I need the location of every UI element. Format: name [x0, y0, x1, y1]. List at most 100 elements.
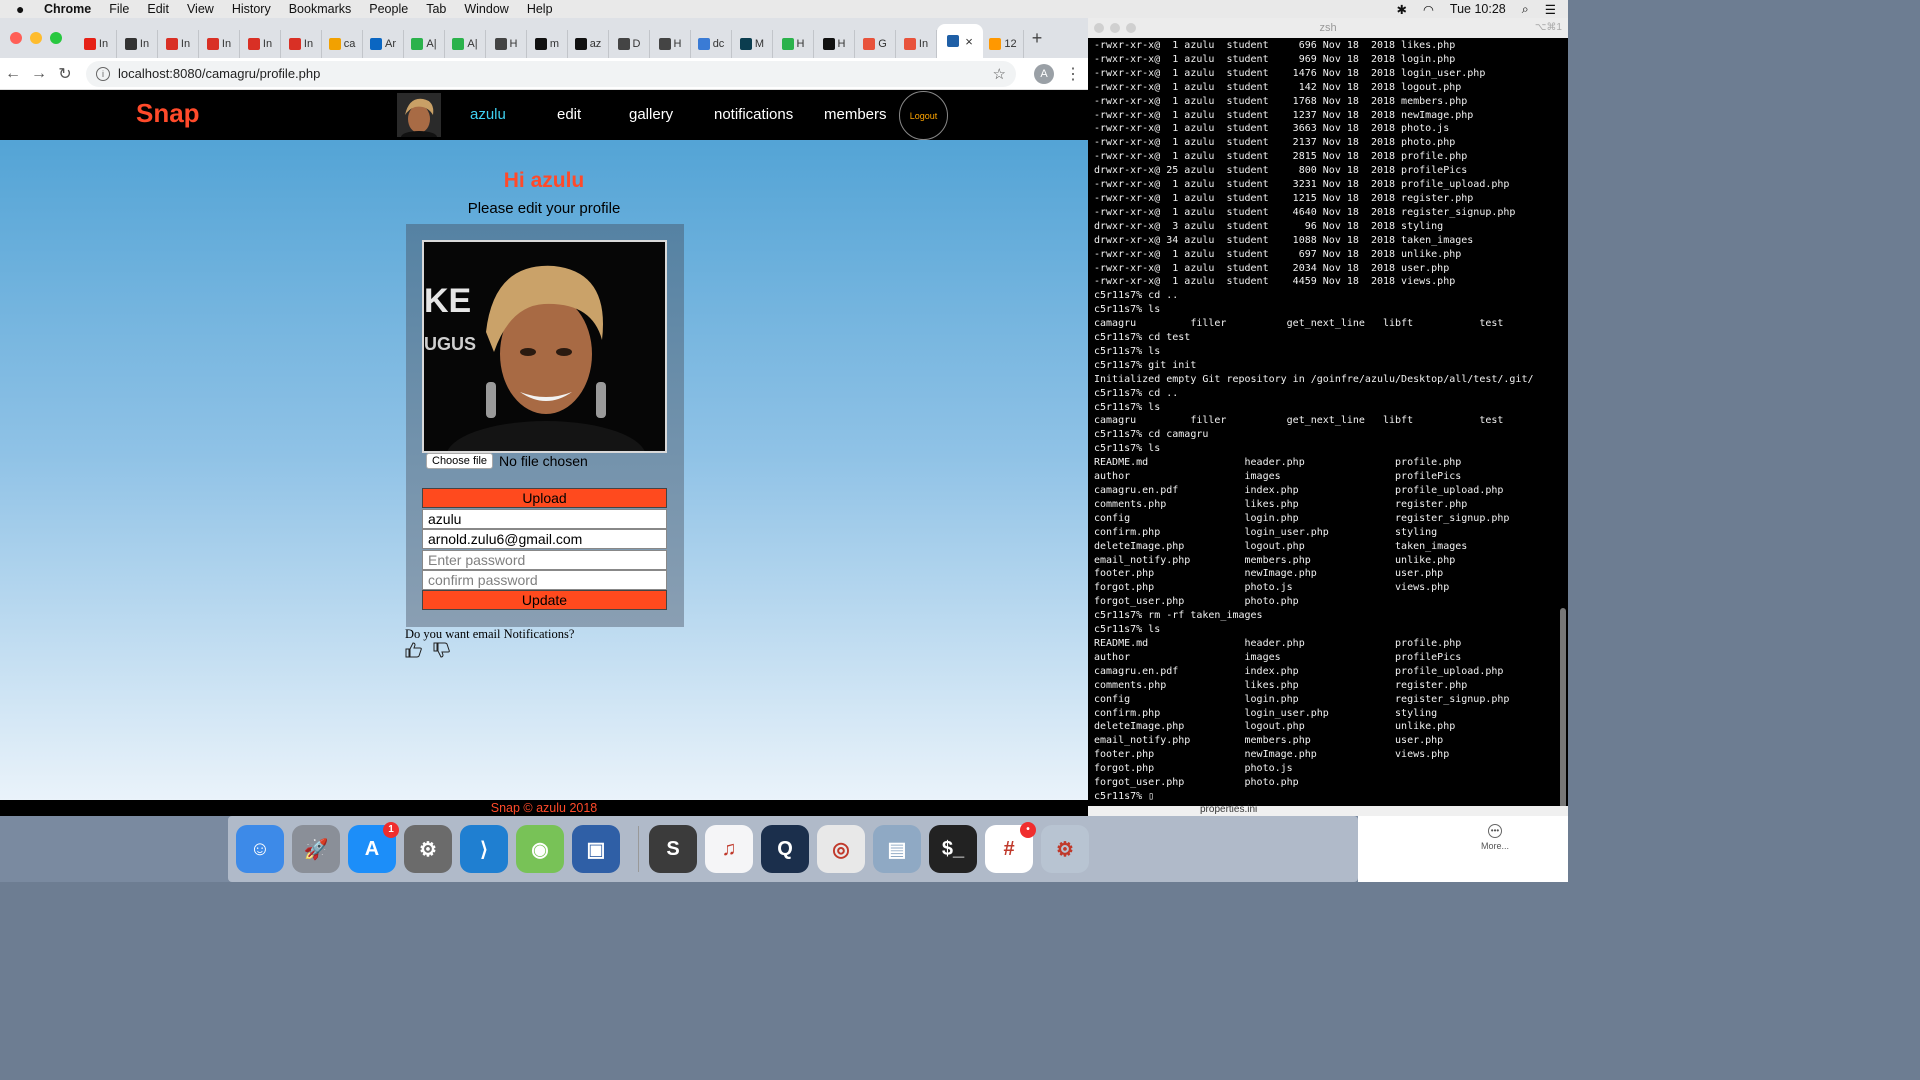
site-info-icon[interactable]: i — [96, 66, 110, 81]
browser-tab[interactable]: × — [937, 24, 983, 58]
apple-menu-icon[interactable]: ● — [16, 2, 30, 16]
back-arrow-icon[interactable]: ← — [0, 65, 26, 83]
browser-tab[interactable]: D — [609, 30, 650, 58]
nav-profile-picture[interactable] — [397, 93, 441, 137]
forward-arrow-icon[interactable]: → — [26, 65, 52, 83]
browser-tab[interactable]: In — [117, 30, 158, 58]
menu-bookmarks[interactable]: Bookmarks — [289, 2, 352, 16]
vscode-icon[interactable]: ⟩ — [460, 825, 508, 873]
nav-user-link[interactable]: azulu — [470, 106, 506, 123]
site-brand[interactable]: Snap — [136, 98, 200, 129]
terminal-line: c5r11s7% git init — [1094, 359, 1197, 371]
browser-tab[interactable]: H — [650, 30, 691, 58]
browser-tab[interactable]: m — [527, 30, 568, 58]
close-window-button[interactable] — [10, 32, 22, 44]
finder-icon[interactable]: ☺ — [236, 825, 284, 873]
browser-tab[interactable]: A| — [404, 30, 445, 58]
menu-view[interactable]: View — [187, 2, 214, 16]
svg-text:UGUS: UGUS — [424, 334, 476, 354]
thumbs-up-icon[interactable] — [405, 642, 423, 658]
bluetooth-icon[interactable]: ✱ — [1397, 2, 1407, 17]
terminal-icon[interactable]: $_ — [929, 825, 977, 873]
zoom-window-button[interactable] — [50, 32, 62, 44]
username-field[interactable]: azulu — [422, 509, 667, 529]
terminal-line: Initialized empty Git repository in /goi… — [1094, 373, 1534, 385]
wifi-icon[interactable]: ◠ — [1423, 2, 1434, 17]
itunes-icon[interactable]: ♫ — [705, 825, 753, 873]
browser-tab[interactable]: Ar — [363, 30, 404, 58]
confirm-password-field[interactable]: confirm password — [422, 570, 667, 590]
minimize-window-button[interactable] — [30, 32, 42, 44]
email-field[interactable]: arnold.zulu6@gmail.com — [422, 529, 667, 549]
nav-members-link[interactable]: members — [824, 106, 887, 123]
menu-history[interactable]: History — [232, 2, 271, 16]
virtualbox-icon[interactable]: ▣ — [572, 825, 620, 873]
choose-file-button[interactable]: Choose file — [426, 453, 494, 469]
notification-center-icon[interactable]: ☰ — [1545, 2, 1556, 17]
menu-people[interactable]: People — [369, 2, 408, 16]
address-bar[interactable]: i localhost:8080/camagru/profile.php ☆ — [86, 60, 1016, 87]
browser-tab[interactable]: In — [158, 30, 199, 58]
browser-tab[interactable]: In — [76, 30, 117, 58]
slack-icon[interactable]: # • — [985, 822, 1036, 873]
menu-app-name[interactable]: Chrome — [44, 2, 91, 16]
browser-tab[interactable]: In — [896, 30, 937, 58]
terminal-line: -rwxr-xr-x@ 1 azulu student 1476 Nov 18 … — [1094, 67, 1486, 79]
nav-notifications-link[interactable]: notifications — [714, 106, 793, 123]
menubar-clock[interactable]: Tue 10:28 — [1450, 2, 1506, 16]
terminal-output[interactable]: -rwxr-xr-x@ 1 azulu student 696 Nov 18 2… — [1088, 38, 1568, 805]
menu-tab[interactable]: Tab — [426, 2, 446, 16]
menu-file[interactable]: File — [109, 2, 129, 16]
browser-tab[interactable]: In — [199, 30, 240, 58]
logout-button[interactable]: Logout — [899, 91, 948, 140]
finder-file-item[interactable]: properties.ini — [1200, 804, 1257, 815]
browser-tab[interactable]: dc — [691, 30, 732, 58]
terminal-window[interactable]: zsh ⌥⌘1 -rwxr-xr-x@ 1 azulu student 696 … — [1088, 18, 1568, 806]
browser-tab[interactable]: In — [281, 30, 322, 58]
nav-gallery-link[interactable]: gallery — [629, 106, 673, 123]
reload-icon[interactable]: ↻ — [52, 64, 78, 84]
terminal-zoom-button[interactable] — [1126, 23, 1136, 33]
nav-edit-link[interactable]: edit — [557, 106, 581, 123]
chrome-icon[interactable]: ◎ — [817, 825, 865, 873]
menu-edit[interactable]: Edit — [147, 2, 169, 16]
browser-tab[interactable]: H — [814, 30, 855, 58]
url-text[interactable]: localhost:8080/camagru/profile.php — [118, 66, 320, 81]
browser-tab[interactable]: 12 — [983, 30, 1024, 58]
spotlight-search-icon[interactable]: ⌕ — [1522, 2, 1529, 17]
browser-tab[interactable]: M — [732, 30, 773, 58]
sublime-text-icon[interactable]: S — [649, 825, 697, 873]
new-tab-button[interactable]: + — [1024, 28, 1050, 49]
terminal-scrollbar[interactable] — [1560, 608, 1566, 806]
bookmark-star-icon[interactable]: ☆ — [993, 65, 1006, 83]
settings-gear-icon[interactable]: ⚙ — [1041, 825, 1089, 873]
preview-icon[interactable]: ▤ — [873, 825, 921, 873]
update-button[interactable]: Update — [422, 590, 667, 610]
terminal-line: -rwxr-xr-x@ 1 azulu student 2815 Nov 18 … — [1094, 151, 1468, 163]
browser-tab[interactable]: A| — [445, 30, 486, 58]
upload-button[interactable]: Upload — [422, 488, 667, 508]
password-field[interactable]: Enter password — [422, 550, 667, 570]
terminal-close-button[interactable] — [1094, 23, 1104, 33]
quicktime-icon[interactable]: Q — [761, 825, 809, 873]
dock-more-button[interactable]: ••• More... — [1440, 822, 1550, 872]
browser-tab[interactable]: G — [855, 30, 896, 58]
browser-tab[interactable]: az — [568, 30, 609, 58]
tab-title: In — [918, 38, 929, 50]
android-studio-icon[interactable]: ◉ — [516, 825, 564, 873]
menu-help[interactable]: Help — [527, 2, 553, 16]
system-preferences-icon[interactable]: ⚙ — [404, 825, 452, 873]
browser-tab[interactable]: H — [773, 30, 814, 58]
profile-avatar[interactable]: A — [1034, 63, 1054, 84]
close-tab-icon[interactable]: × — [965, 34, 973, 49]
thumbs-down-icon[interactable] — [433, 642, 451, 658]
menu-window[interactable]: Window — [464, 2, 508, 16]
tab-title: D — [632, 38, 641, 50]
launchpad-icon[interactable]: 🚀 — [292, 825, 340, 873]
browser-tab[interactable]: In — [240, 30, 281, 58]
chrome-menu-icon[interactable]: ⋮ — [1064, 64, 1082, 84]
browser-tab[interactable]: H — [486, 30, 527, 58]
app-store-icon[interactable]: A1 — [348, 822, 399, 873]
terminal-minimize-button[interactable] — [1110, 23, 1120, 33]
browser-tab[interactable]: ca — [322, 30, 363, 58]
